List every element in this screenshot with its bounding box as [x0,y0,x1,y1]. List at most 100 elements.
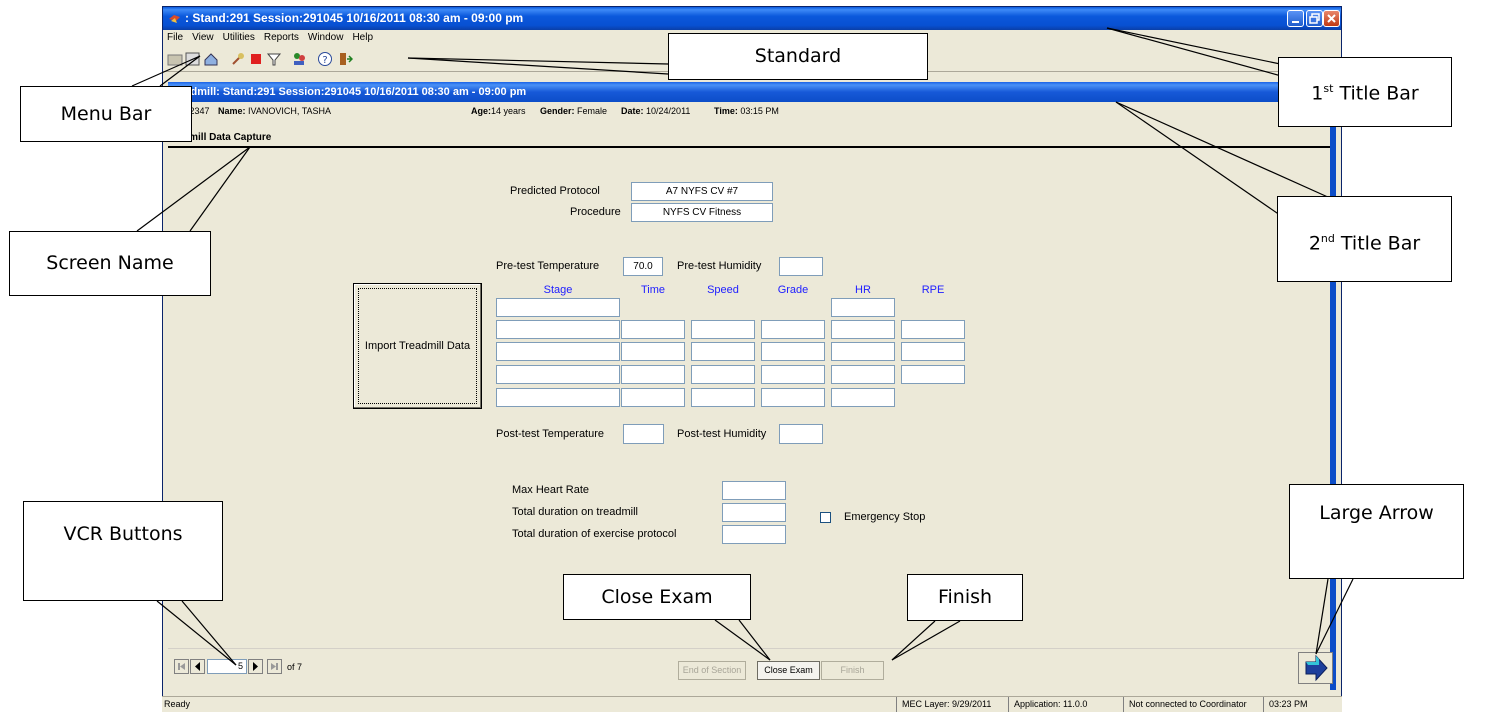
first-title-bar[interactable]: : Stand:291 Session:291045 10/16/2011 08… [163,7,1341,30]
pre-test-humidity-label: Pre-test Humidity [677,260,762,272]
rpe-field-1[interactable] [901,320,965,339]
grade-field-2[interactable] [761,342,825,361]
hr-field-2[interactable] [831,342,895,361]
post-test-temperature-field[interactable] [623,424,664,444]
last-icon [271,663,278,670]
end-of-section-button[interactable]: End of Section [678,661,746,680]
menu-file[interactable]: File [167,32,183,43]
participant-info-bar: D: 572347 Name: IVANOVICH, TASHA Age:14 … [168,103,1336,120]
status-mec-layer: MEC Layer: 9/29/2011 [896,697,1002,712]
predicted-protocol-label: Predicted Protocol [510,185,600,197]
participant-name: Name: IVANOVICH, TASHA [218,106,332,116]
large-arrow-icon [1305,654,1328,682]
time-field-4[interactable] [621,388,685,407]
close-icon [1327,14,1336,23]
menu-window[interactable]: Window [308,32,344,43]
callout-menu-bar: Menu Bar [20,86,192,142]
inner-window-title: readmill: Stand:291 Session:291045 10/16… [174,86,527,98]
time-field-2[interactable] [621,342,685,361]
second-title-bar[interactable]: readmill: Stand:291 Session:291045 10/16… [168,82,1336,102]
filter-icon[interactable] [266,51,282,67]
stage-field-1[interactable] [496,320,620,339]
pre-test-temperature-label: Pre-test Temperature [496,260,600,272]
column-header-time: Time [640,284,666,296]
exit-icon[interactable] [337,51,353,67]
speed-field-4[interactable] [691,388,755,407]
next-icon [253,662,258,671]
next-record-button[interactable] [248,659,263,674]
finish-button[interactable]: Finish [821,661,884,680]
help-icon[interactable]: ? [317,51,333,67]
emergency-stop-checkbox[interactable] [820,512,831,523]
import-treadmill-data-button[interactable]: Import Treadmill Data [353,283,482,409]
large-arrow-button[interactable] [1298,652,1333,684]
time-field-3[interactable] [621,365,685,384]
grade-field-1[interactable] [761,320,825,339]
stop-icon[interactable] [248,51,264,67]
minimize-icon [1292,21,1299,23]
save-icon[interactable] [185,51,201,67]
total-duration-protocol-field[interactable] [722,525,786,544]
inner-window-frame [1330,82,1336,690]
speed-field-2[interactable] [691,342,755,361]
callout-second-title-bar: 2nd Title Bar [1277,196,1452,282]
previous-record-button[interactable] [190,659,205,674]
rpe-field-3[interactable] [901,365,965,384]
callout-close-exam: Close Exam [563,574,751,620]
column-header-stage: Stage [543,284,573,296]
home-icon[interactable] [203,51,219,67]
max-heart-rate-label: Max Heart Rate [512,484,590,496]
restore-button[interactable] [1306,10,1323,27]
hr-field-3[interactable] [831,365,895,384]
max-heart-rate-field[interactable] [722,481,786,500]
tool-icon[interactable] [230,51,246,67]
open-icon[interactable] [167,51,183,67]
hr-field-1[interactable] [831,320,895,339]
stage-field-2[interactable] [496,342,620,361]
grade-field-4[interactable] [761,388,825,407]
hr-field-4[interactable] [831,388,895,407]
procedure-field: NYFS CV Fitness [631,203,773,222]
menu-utilities[interactable]: Utilities [223,32,255,43]
stage-field-3[interactable] [496,365,620,384]
callout-finish: Finish [907,574,1023,621]
menu-help[interactable]: Help [352,32,373,43]
record-number-field[interactable]: 5 [207,659,247,674]
stage-field-0[interactable] [496,298,620,317]
post-test-temperature-label: Post-test Temperature [496,428,605,440]
minimize-button[interactable] [1287,10,1304,27]
time-field-1[interactable] [621,320,685,339]
menu-reports[interactable]: Reports [264,32,299,43]
status-clock: 03:23 PM [1263,697,1341,712]
pre-test-temperature-field[interactable]: 70.0 [623,257,663,276]
callout-vcr-buttons: VCR Buttons [23,501,223,601]
hr-field-0[interactable] [831,298,895,317]
close-exam-button[interactable]: Close Exam [757,661,820,680]
pre-test-humidity-field[interactable] [779,257,823,276]
procedure-label: Procedure [570,206,621,218]
focus-outline [358,288,477,404]
record-count: of 7 [287,662,303,672]
speed-field-3[interactable] [691,365,755,384]
callout-screen-name: Screen Name [9,231,211,296]
total-duration-treadmill-field[interactable] [722,503,786,522]
exam-date: Date: 10/24/2011 [621,106,691,116]
people-icon[interactable] [291,51,307,67]
status-connection: Not connected to Coordinator [1123,697,1257,712]
svg-text:?: ? [322,55,327,66]
status-ready: Ready [164,699,191,709]
emergency-stop-label: Emergency Stop [844,511,926,523]
speed-field-1[interactable] [691,320,755,339]
rpe-field-2[interactable] [901,342,965,361]
close-window-button[interactable] [1323,10,1340,27]
stage-field-4[interactable] [496,388,620,407]
status-application: Application: 11.0.0 [1008,697,1116,712]
last-record-button[interactable] [267,659,282,674]
menu-view[interactable]: View [192,32,214,43]
column-header-speed: Speed [707,284,739,296]
post-test-humidity-field[interactable] [779,424,823,444]
first-record-button[interactable] [174,659,189,674]
exam-time: Time: 03:15 PM [714,106,779,116]
grade-field-3[interactable] [761,365,825,384]
total-duration-treadmill-label: Total duration on treadmill [512,506,638,518]
